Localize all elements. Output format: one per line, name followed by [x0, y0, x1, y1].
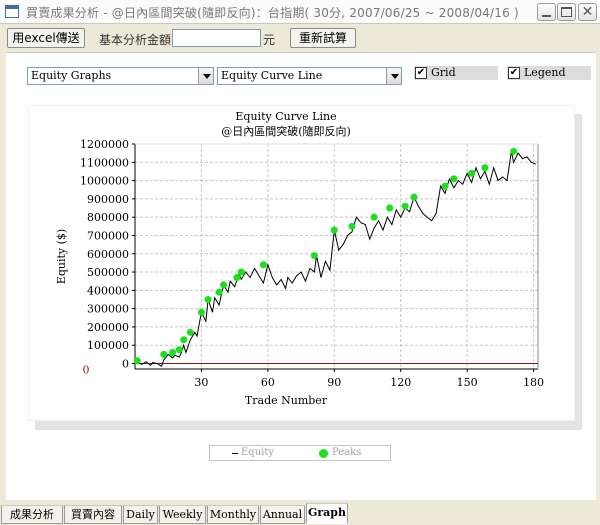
x-tick-label: 30: [194, 376, 208, 389]
zero-label: 0: [83, 364, 90, 377]
x-tick-label: 180: [523, 376, 544, 389]
tab-performance[interactable]: 成果分析: [1, 505, 63, 524]
grid-checkbox-row[interactable]: ✔ Grid: [414, 66, 498, 80]
tab-graph[interactable]: Graph: [306, 503, 348, 524]
peak-point: [310, 252, 318, 260]
amount-input[interactable]: [172, 29, 261, 47]
curve-type-value: Equity Curve Line: [221, 69, 323, 82]
peak-point: [237, 268, 245, 276]
curve-type-select[interactable]: Equity Curve Line: [217, 67, 402, 85]
equity-chart: 0 100000 200000 300000 400000 500000 600000 700…: [55, 110, 544, 407]
y-tick-label: 400000: [87, 284, 129, 297]
legend-label: Legend: [524, 66, 566, 79]
legend-equity-label: Equity: [241, 447, 275, 458]
amount-label: 基本分析金額: [99, 33, 172, 47]
minimize-icon: [542, 15, 551, 17]
peak-point: [510, 147, 518, 155]
graph-type-value: Equity Graphs: [31, 69, 112, 82]
legend-checkbox-row[interactable]: ✔ Legend: [507, 66, 591, 80]
unit-label: 元: [263, 33, 276, 47]
chart-legend: Equity Peaks: [209, 445, 391, 461]
legend-checkbox[interactable]: ✔: [508, 67, 520, 79]
peak-point: [386, 204, 394, 212]
y-tick-label: 100000: [87, 339, 129, 352]
maximize-icon: [561, 7, 572, 17]
recalculate-button[interactable]: 重新試算: [290, 28, 356, 48]
y-tick-label: 1000000: [80, 175, 129, 188]
y-tick-label: 600000: [87, 248, 129, 261]
tab-bar: 成果分析 買賣內容 Daily Weekly Monthly Annual Gr…: [0, 503, 600, 525]
peak-point: [441, 182, 449, 190]
peak-point: [180, 336, 188, 344]
legend-peaks-label: Peaks: [332, 447, 362, 458]
y-axis-label: Equity ($): [55, 229, 68, 284]
tab-trades[interactable]: 買賣內容: [64, 505, 122, 524]
x-tick-label: 90: [327, 376, 341, 389]
graph-type-select[interactable]: Equity Graphs: [27, 67, 214, 85]
y-tick-label: 800000: [87, 211, 129, 224]
y-tick-label: 900000: [87, 193, 129, 206]
peak-point: [169, 349, 177, 357]
peak-point: [220, 281, 228, 289]
y-tick-label: 200000: [87, 321, 129, 334]
peak-point: [197, 308, 205, 316]
peak-point: [133, 357, 141, 365]
grid-label: Grid: [431, 66, 456, 79]
window-title: 買賣成果分析 - @日內區間突破(隨即反向)：台指期( 30分, 2007/06…: [26, 6, 519, 20]
maximize-button[interactable]: [557, 3, 576, 21]
y-tick-label: 1100000: [80, 156, 129, 169]
y-tick-label: 500000: [87, 266, 129, 279]
x-axis-label: Trade Number: [245, 394, 328, 407]
close-icon: ✕: [581, 4, 594, 20]
peak-point: [215, 288, 223, 296]
peak-point: [330, 226, 338, 234]
peak-point: [186, 328, 194, 336]
x-tick-label: 120: [390, 376, 411, 389]
export-excel-button[interactable]: 用excel傳送: [7, 28, 85, 48]
tab-daily[interactable]: Daily: [123, 505, 158, 524]
chart-frame: 0 100000 200000 300000 400000 500000 600000 700…: [28, 105, 575, 421]
tab-monthly[interactable]: Monthly: [207, 505, 259, 524]
legend-equity-swatch: [232, 453, 238, 454]
x-tick-label: 150: [457, 376, 478, 389]
peak-point: [450, 175, 458, 183]
peak-point: [410, 193, 418, 201]
chart-title: Equity Curve Line: [235, 110, 336, 123]
peak-point: [370, 213, 378, 221]
grid-checkbox[interactable]: ✔: [415, 67, 427, 79]
peak-point: [481, 164, 489, 172]
window-icon: [5, 5, 19, 18]
minimize-button[interactable]: [537, 3, 556, 21]
tab-annual[interactable]: Annual: [260, 505, 305, 524]
title-bar: 買賣成果分析 - @日內區間突破(隨即反向)：台指期( 30分, 2007/06…: [0, 0, 600, 24]
peak-point: [468, 169, 476, 177]
y-tick-label: 1200000: [80, 138, 129, 151]
peak-point: [175, 346, 183, 354]
chart-subtitle: @日內區間突破(隨即反向): [221, 124, 351, 138]
peak-point: [348, 222, 356, 230]
close-button[interactable]: ✕: [578, 3, 597, 21]
peak-point: [401, 202, 409, 210]
y-tick-label: 700000: [87, 229, 129, 242]
legend-peaks-swatch: [319, 449, 328, 458]
peak-point: [233, 274, 241, 282]
equity-line: [136, 151, 536, 368]
peak-point: [160, 350, 168, 358]
chevron-down-icon[interactable]: [386, 68, 401, 84]
tab-weekly[interactable]: Weekly: [159, 505, 206, 524]
y-tick-label: 300000: [87, 303, 129, 316]
peak-point: [259, 261, 267, 269]
peak-point: [204, 295, 212, 303]
x-tick-label: 60: [261, 376, 275, 389]
chevron-down-icon[interactable]: [198, 68, 213, 84]
y-tick-label: 0: [122, 358, 129, 371]
